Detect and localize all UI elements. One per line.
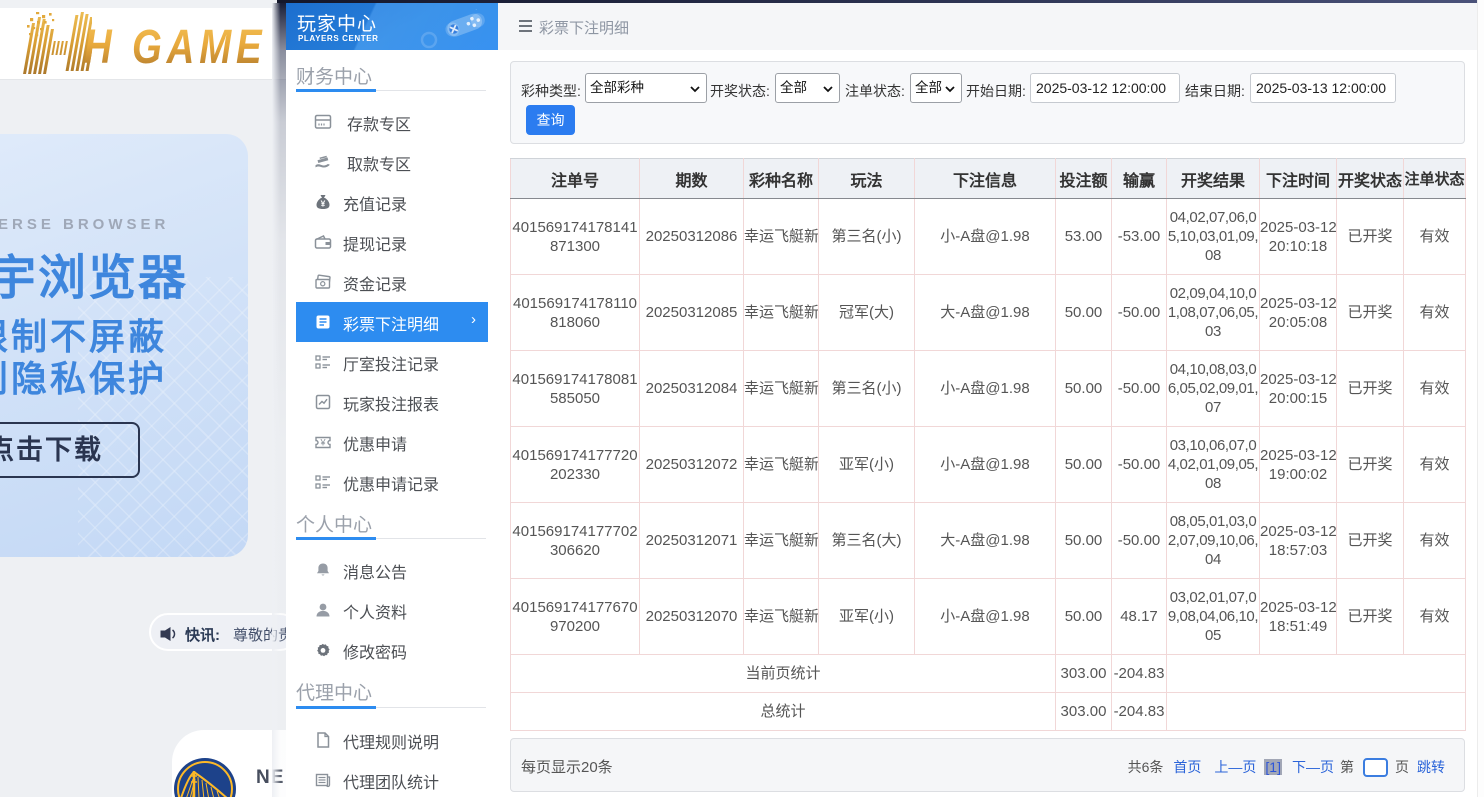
svg-text:¥: ¥	[321, 198, 326, 208]
svg-text:¥: ¥	[319, 437, 326, 447]
